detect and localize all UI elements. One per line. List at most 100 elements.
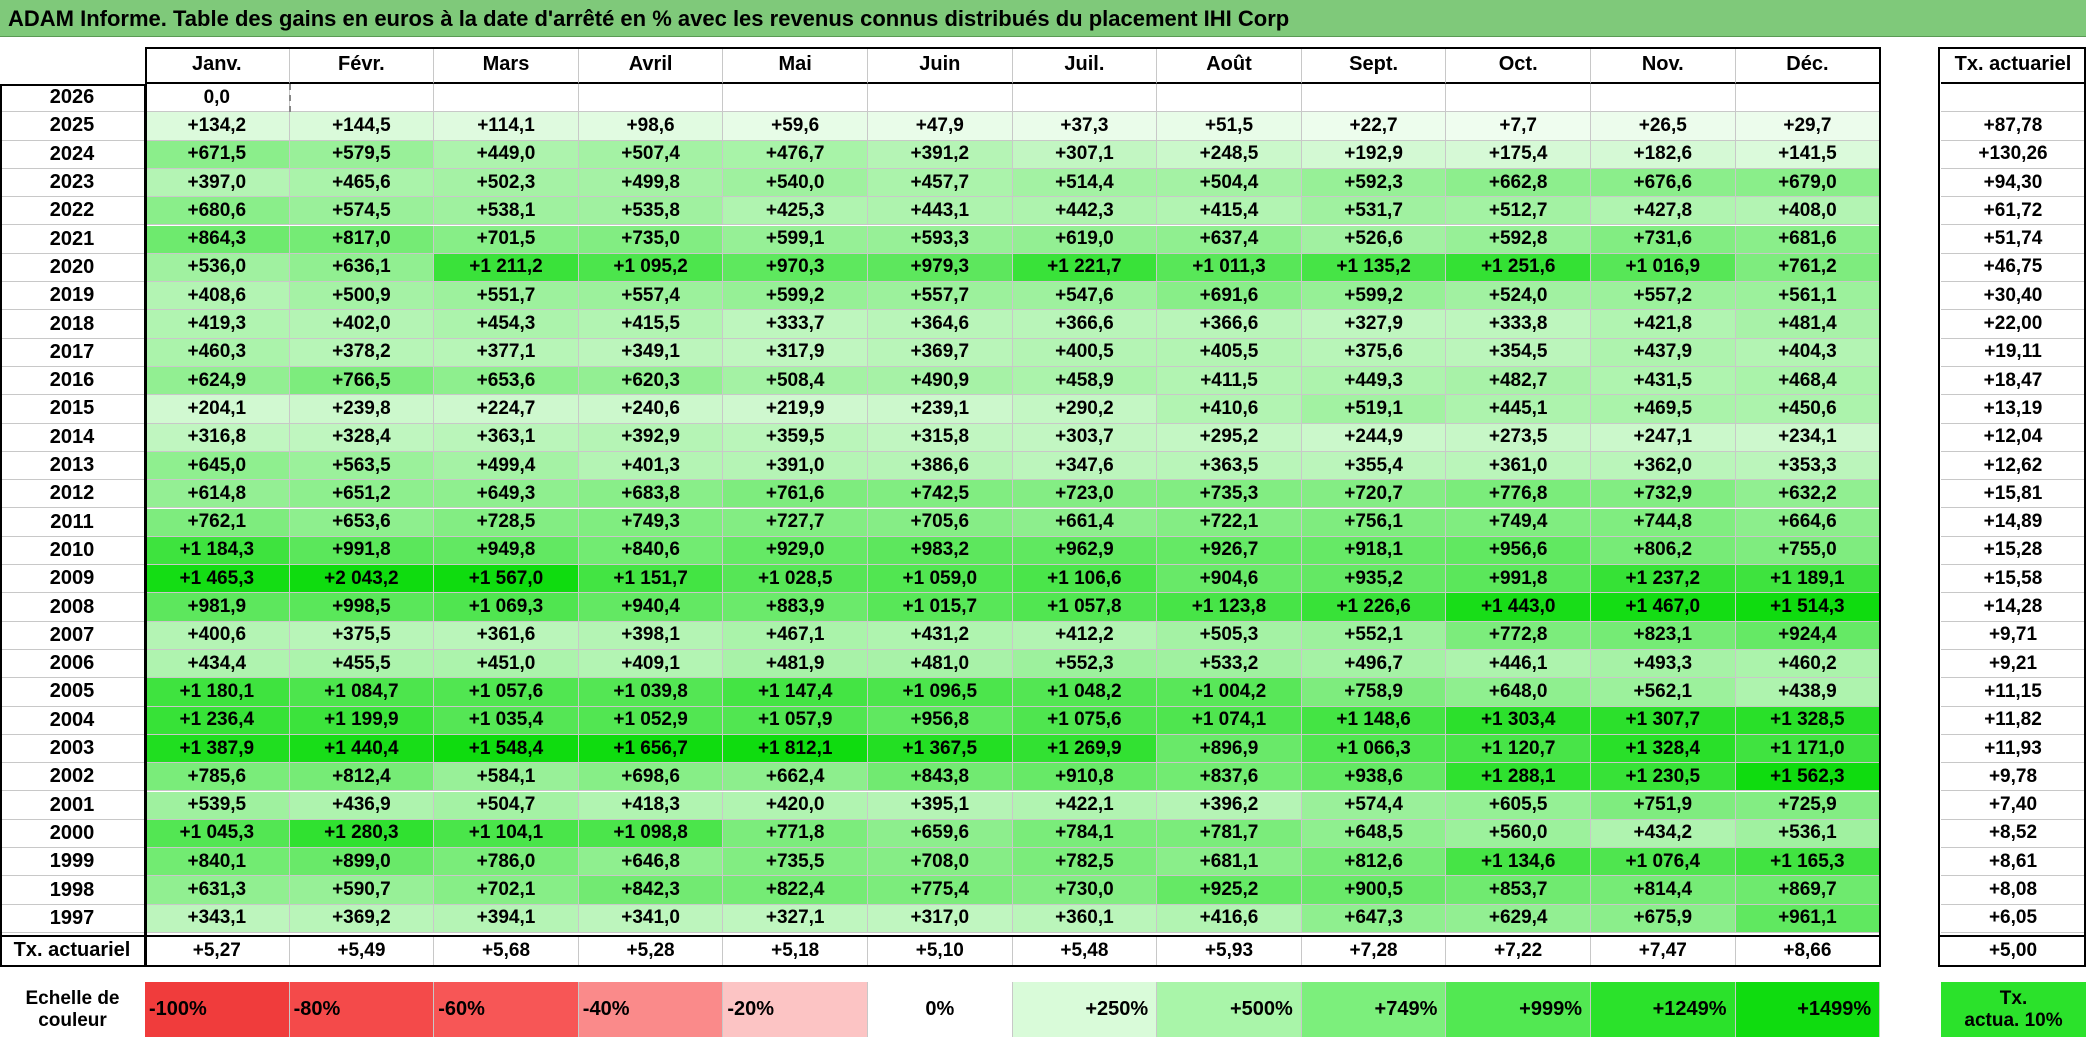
table-cell: +317,0 (868, 904, 1013, 933)
table-cell: +369,7 (868, 338, 1013, 367)
year-label: 2011 (0, 508, 145, 537)
table-cell: +391,0 (723, 451, 868, 481)
table-cell: +455,5 (289, 650, 435, 679)
table-cell: +864,3 (145, 225, 290, 254)
table-cell: +22,7 (1301, 112, 1447, 141)
footer-cell: +7,22 (1446, 935, 1591, 967)
table-cell: +1 184,3 (145, 536, 290, 566)
table-cell: +431,2 (868, 621, 1013, 650)
year-label: 2022 (0, 197, 145, 226)
table-cell: +446,1 (1446, 650, 1591, 679)
table-cell: +535,8 (578, 197, 724, 226)
table-cell: +817,0 (289, 225, 435, 254)
table-cell: +397,0 (145, 168, 290, 198)
table-cell: +51,5 (1157, 112, 1302, 141)
table-cell: +1 011,3 (1157, 253, 1302, 283)
table-cell: +327,1 (723, 904, 868, 933)
table-cell: +1 151,7 (578, 565, 724, 594)
table-cell: +141,5 (1735, 140, 1881, 169)
table-cell: +290,2 (1012, 395, 1158, 424)
table-cell: +962,9 (1012, 536, 1158, 566)
rate-header: Tx. actuariel (1941, 47, 2086, 84)
table-cell: +749,3 (578, 508, 724, 537)
table-cell: +408,6 (145, 282, 290, 311)
table-cell: +204,1 (145, 395, 290, 424)
table-cell (1301, 84, 1447, 113)
table-cell: +303,7 (1012, 423, 1158, 452)
table-cell: +843,8 (868, 763, 1013, 792)
table-cell: +786,0 (434, 848, 579, 877)
table-cell: +1 514,3 (1735, 593, 1881, 622)
table-cell: +1 387,9 (145, 734, 290, 764)
table-cell: +419,3 (145, 310, 290, 339)
table-cell: +991,8 (1446, 565, 1591, 594)
year-label: 2006 (0, 650, 145, 679)
table-cell: +918,1 (1301, 536, 1447, 566)
month-header: Sept. (1301, 47, 1447, 84)
table-cell: +240,6 (578, 395, 724, 424)
table-cell: +735,0 (578, 225, 724, 254)
table-cell: +648,0 (1446, 678, 1591, 707)
table-cell: +590,7 (289, 876, 435, 905)
table-cell: +725,9 (1735, 791, 1881, 820)
footer-cell: +5,49 (289, 935, 435, 967)
table-cell: +1 230,5 (1591, 763, 1736, 792)
scale-label-line1: Echelle de (25, 987, 120, 1009)
table-cell: +1 211,2 (434, 253, 579, 283)
table-cell: +1 104,1 (434, 819, 579, 849)
table-cell: +366,6 (1157, 310, 1302, 339)
table-cell: +728,5 (434, 508, 579, 537)
table-cell: +391,2 (868, 140, 1013, 169)
scale-swatch: -100% (145, 982, 290, 1037)
table-cell: +37,3 (1012, 112, 1158, 141)
table-cell: +956,6 (1446, 536, 1591, 566)
table-cell: +482,7 (1446, 367, 1591, 396)
table-cell: +175,4 (1446, 140, 1591, 169)
table-cell: +239,8 (289, 395, 435, 424)
month-header: Déc. (1735, 47, 1881, 84)
table-cell: +307,1 (1012, 140, 1158, 169)
table-cell: +361,0 (1446, 451, 1591, 481)
table-cell: +1 199,9 (289, 706, 435, 735)
table-cell: +1 035,4 (434, 706, 579, 735)
year-label: 2002 (0, 763, 145, 792)
table-cell: +507,4 (578, 140, 724, 169)
scale-label: Echelle de couleur (0, 982, 145, 1037)
table-cell: +224,7 (434, 395, 579, 424)
table-cell: +1 303,4 (1446, 706, 1591, 735)
table-cell: +451,0 (434, 650, 579, 679)
table-cell: +935,2 (1301, 565, 1447, 594)
table-cell: +772,8 (1446, 621, 1591, 650)
year-label: 2023 (0, 168, 145, 198)
year-label: 2008 (0, 593, 145, 622)
table-cell: +431,5 (1591, 367, 1736, 396)
table-cell: +676,6 (1591, 168, 1736, 198)
table-cell: +182,6 (1591, 140, 1736, 169)
table-cell: +560,0 (1446, 819, 1591, 849)
gains-table: Janv. Févr. Mars Avril Mai Juin Juil. Août Sept.… (0, 0, 2086, 1037)
rate-cell: +94,30 (1941, 168, 2086, 198)
table-cell: +1 171,0 (1735, 734, 1881, 764)
month-header: Avril (578, 47, 724, 84)
table-cell: +1 562,3 (1735, 763, 1881, 792)
table-cell: +144,5 (289, 112, 435, 141)
year-label: 2012 (0, 480, 145, 509)
table-cell: +552,1 (1301, 621, 1447, 650)
table-cell: +926,7 (1157, 536, 1302, 566)
table-cell: +359,5 (723, 423, 868, 452)
month-header: Nov. (1591, 47, 1736, 84)
scale-swatch: -20% (723, 982, 868, 1037)
table-cell: +363,1 (434, 423, 579, 452)
table-cell: +1 236,4 (145, 706, 290, 735)
table-cell: +970,3 (723, 253, 868, 283)
table-cell: +1 057,9 (723, 706, 868, 735)
table-cell: +333,7 (723, 310, 868, 339)
table-cell: +514,4 (1012, 168, 1158, 198)
rate-cell: +61,72 (1941, 197, 2086, 226)
table-cell: +563,5 (289, 451, 435, 481)
table-cell: +925,2 (1157, 876, 1302, 905)
table-cell: +1 307,7 (1591, 706, 1736, 735)
table-cell (434, 84, 579, 113)
table-cell: +481,9 (723, 650, 868, 679)
table-cell: +883,9 (723, 593, 868, 622)
